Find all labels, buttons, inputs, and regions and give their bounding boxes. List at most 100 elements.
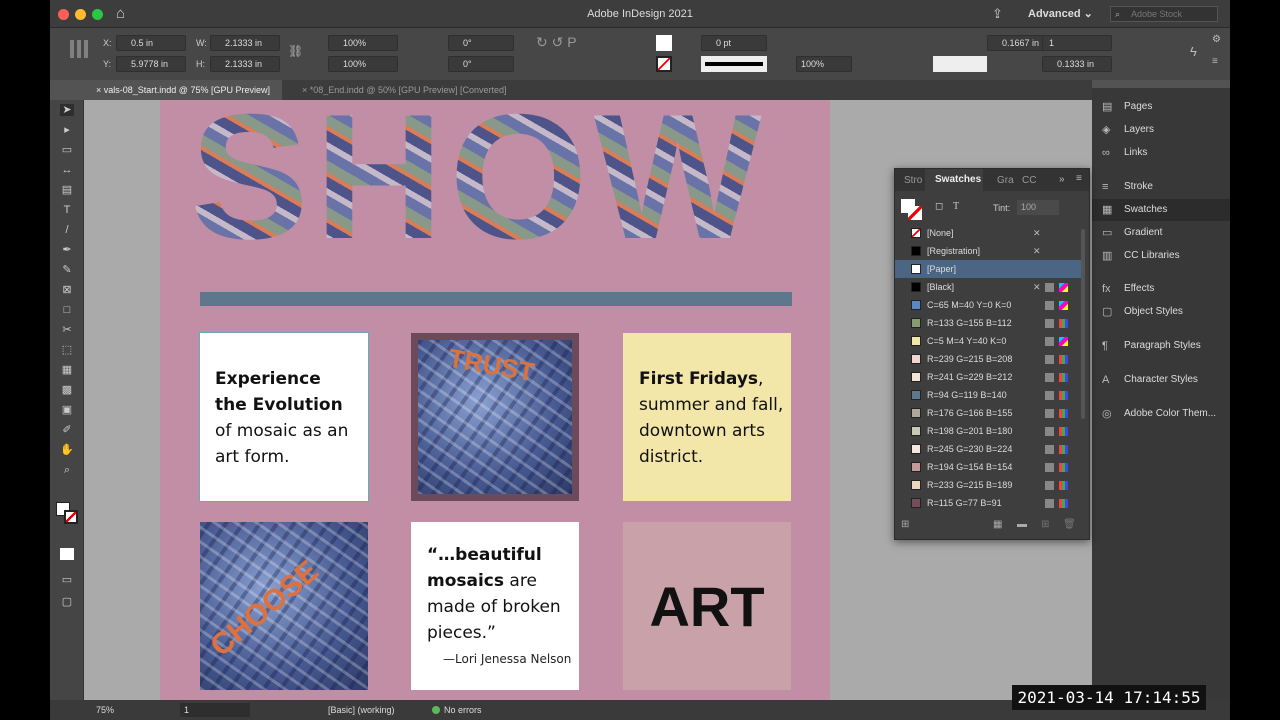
dock-character-styles[interactable]: A Character Styles bbox=[1092, 369, 1230, 391]
screen-mode-icon[interactable]: ▢ bbox=[60, 596, 74, 608]
swatch-item[interactable]: R=115 G=77 B=91 bbox=[895, 494, 1081, 512]
x-field[interactable]: 0.5 in bbox=[116, 35, 186, 51]
swatch-views-icon[interactable]: ▦ bbox=[993, 519, 1002, 530]
direct-selection-tool-icon[interactable]: ▸ bbox=[60, 124, 74, 136]
y-field[interactable]: 5.9778 in bbox=[116, 56, 186, 72]
gradient-swatch-tool-icon[interactable]: ▦ bbox=[60, 364, 74, 376]
menu-icon[interactable]: ≡ bbox=[1212, 56, 1218, 67]
columns-field[interactable]: 1 bbox=[1042, 35, 1112, 51]
pen-tool-icon[interactable]: ✒ bbox=[60, 244, 74, 256]
frame-style-select[interactable] bbox=[933, 56, 987, 72]
dock-stroke[interactable]: ≡ Stroke bbox=[1092, 176, 1230, 198]
note-tool-icon[interactable]: ▣ bbox=[60, 404, 74, 416]
reference-point-icon[interactable] bbox=[70, 40, 88, 58]
swatch-item[interactable]: R=241 G=229 B=212 bbox=[895, 368, 1081, 386]
text-frame-first-fridays[interactable]: First Fridays, summer and fall, downtown… bbox=[623, 333, 791, 501]
swatch-item[interactable]: R=245 G=230 B=224 bbox=[895, 440, 1081, 458]
text-icon[interactable]: T bbox=[953, 201, 959, 212]
swatch-item[interactable]: R=233 G=215 B=189 bbox=[895, 476, 1081, 494]
swatch-item[interactable]: R=133 G=155 B=112 bbox=[895, 314, 1081, 332]
preflight-errors[interactable]: No errors bbox=[444, 705, 482, 715]
dock-gradient[interactable]: ▭ Gradient bbox=[1092, 222, 1230, 244]
stroke-swatch[interactable] bbox=[656, 56, 672, 72]
preflight-profile[interactable]: [Basic] (working) bbox=[328, 705, 395, 715]
adobe-stock-search[interactable]: ⌕ Adobe Stock bbox=[1110, 6, 1218, 22]
gear-icon[interactable]: ⚙ bbox=[1212, 34, 1221, 45]
rectangle-tool-icon[interactable]: □ bbox=[60, 304, 74, 316]
content-collector-icon[interactable]: ▤ bbox=[60, 184, 74, 196]
panel-expand-icon[interactable]: » bbox=[1059, 174, 1065, 185]
art-frame[interactable]: ART bbox=[623, 522, 791, 690]
scale-y-field[interactable]: 100% bbox=[328, 56, 398, 72]
hand-tool-icon[interactable]: ✋ bbox=[60, 444, 74, 456]
tab-swatches[interactable]: Swatches bbox=[925, 169, 983, 191]
swatch-item[interactable]: R=194 G=154 B=154 bbox=[895, 458, 1081, 476]
zoom-tool-icon[interactable]: ⌕ bbox=[60, 464, 74, 476]
dock-pages[interactable]: ▤ Pages bbox=[1092, 96, 1230, 118]
swatch-item[interactable]: [Black] ✕ bbox=[895, 278, 1081, 296]
stroke-type-select[interactable] bbox=[701, 56, 767, 72]
gap-tool-icon[interactable]: ↔ bbox=[60, 164, 74, 176]
fill-swatch[interactable] bbox=[656, 35, 672, 51]
rectangle-frame-tool-icon[interactable]: ⊠ bbox=[60, 284, 74, 296]
apply-color-icon[interactable] bbox=[60, 548, 74, 560]
swatch-item[interactable]: R=176 G=166 B=155 bbox=[895, 404, 1081, 422]
constrain-proportions-icon[interactable]: ⛓ bbox=[288, 44, 303, 58]
gutter-field[interactable]: 0.1333 in bbox=[1042, 56, 1112, 72]
panel-menu-icon[interactable]: ≡ bbox=[1076, 173, 1082, 184]
text-frame-evolution[interactable]: Experience the Evolution of mosaic as an… bbox=[199, 332, 369, 502]
pencil-tool-icon[interactable]: ✎ bbox=[60, 264, 74, 276]
dock-swatches[interactable]: ▦ Swatches bbox=[1092, 199, 1230, 221]
opacity-field[interactable]: 100% bbox=[796, 56, 852, 72]
view-mode-icon[interactable]: ▭ bbox=[60, 574, 74, 586]
type-tool-icon[interactable]: T bbox=[60, 204, 74, 216]
height-field[interactable]: 2.1333 in bbox=[210, 56, 280, 72]
workspace-switcher[interactable]: Advanced ⌄ bbox=[1028, 7, 1093, 20]
rotate-icons[interactable]: ↻ ↺ P bbox=[536, 34, 577, 51]
line-tool-icon[interactable]: / bbox=[60, 224, 74, 236]
stroke-color-icon[interactable] bbox=[64, 510, 78, 524]
shear-field[interactable]: 0° bbox=[448, 56, 514, 72]
width-field[interactable]: 2.1333 in bbox=[210, 35, 280, 51]
swatch-item[interactable]: [Paper] bbox=[895, 260, 1081, 278]
stroke-weight-field[interactable]: 0 pt bbox=[701, 35, 767, 51]
free-transform-tool-icon[interactable]: ⬚ bbox=[60, 344, 74, 356]
lightning-icon[interactable]: ϟ bbox=[1190, 44, 1197, 59]
tab-start-doc[interactable]: × vals-08_Start.indd @ 75% [GPU Preview] bbox=[84, 80, 282, 100]
new-group-icon[interactable]: ▬ bbox=[1017, 519, 1027, 530]
page-number-field[interactable]: 1 bbox=[180, 703, 250, 717]
show-swatches-icon[interactable]: ⊞ bbox=[901, 519, 909, 530]
swatch-item[interactable]: C=5 M=4 Y=40 K=0 bbox=[895, 332, 1081, 350]
tint-field[interactable]: 100 bbox=[1017, 200, 1059, 215]
swatch-item[interactable]: R=198 G=201 B=180 bbox=[895, 422, 1081, 440]
eyedropper-tool-icon[interactable]: ✐ bbox=[60, 424, 74, 436]
dock-layers[interactable]: ◈ Layers bbox=[1092, 119, 1230, 141]
new-swatch-icon[interactable]: ⊞ bbox=[1041, 519, 1049, 530]
scale-x-field[interactable]: 100% bbox=[328, 35, 398, 51]
stroke-proxy[interactable] bbox=[908, 206, 922, 220]
scrollbar[interactable] bbox=[1081, 229, 1085, 419]
dock-paragraph-styles[interactable]: ¶ Paragraph Styles bbox=[1092, 335, 1230, 357]
rotation-field[interactable]: 0° bbox=[448, 35, 514, 51]
quote-frame[interactable]: “…beautiful mosaics are made of broken p… bbox=[411, 522, 579, 690]
swatch-item[interactable]: [None] ✕ bbox=[895, 224, 1081, 242]
selection-tool-icon[interactable]: ➤ bbox=[60, 104, 74, 116]
dock-effects[interactable]: fx Effects bbox=[1092, 278, 1230, 300]
dock-object-styles[interactable]: ▢ Object Styles bbox=[1092, 301, 1230, 323]
swatch-item[interactable]: C=65 M=40 Y=0 K=0 bbox=[895, 296, 1081, 314]
swatch-item[interactable]: [Registration] ✕ bbox=[895, 242, 1081, 260]
dock-cc-libraries[interactable]: ▥ CC Libraries bbox=[1092, 245, 1230, 267]
dock-adobe-color-themes[interactable]: ◎ Adobe Color Them... bbox=[1092, 403, 1230, 425]
tab-stroke[interactable]: Stro bbox=[904, 175, 922, 186]
tab-gradient[interactable]: Gra bbox=[997, 175, 1014, 186]
delete-swatch-icon[interactable]: 🗑 bbox=[1063, 519, 1076, 530]
gradient-feather-tool-icon[interactable]: ▩ bbox=[60, 384, 74, 396]
swatch-item[interactable]: R=94 G=119 B=140 bbox=[895, 386, 1081, 404]
tab-end-doc[interactable]: × *08_End.indd @ 50% [GPU Preview] [Conv… bbox=[290, 80, 519, 100]
share-icon[interactable]: ⇪ bbox=[992, 6, 1003, 22]
page-tool-icon[interactable]: ▭ bbox=[60, 144, 74, 156]
zoom-level[interactable]: 75% bbox=[96, 705, 114, 715]
tab-cc[interactable]: CC bbox=[1022, 175, 1036, 186]
dock-links[interactable]: ∞ Links bbox=[1092, 142, 1230, 164]
swatch-item[interactable]: R=239 G=215 B=208 bbox=[895, 350, 1081, 368]
